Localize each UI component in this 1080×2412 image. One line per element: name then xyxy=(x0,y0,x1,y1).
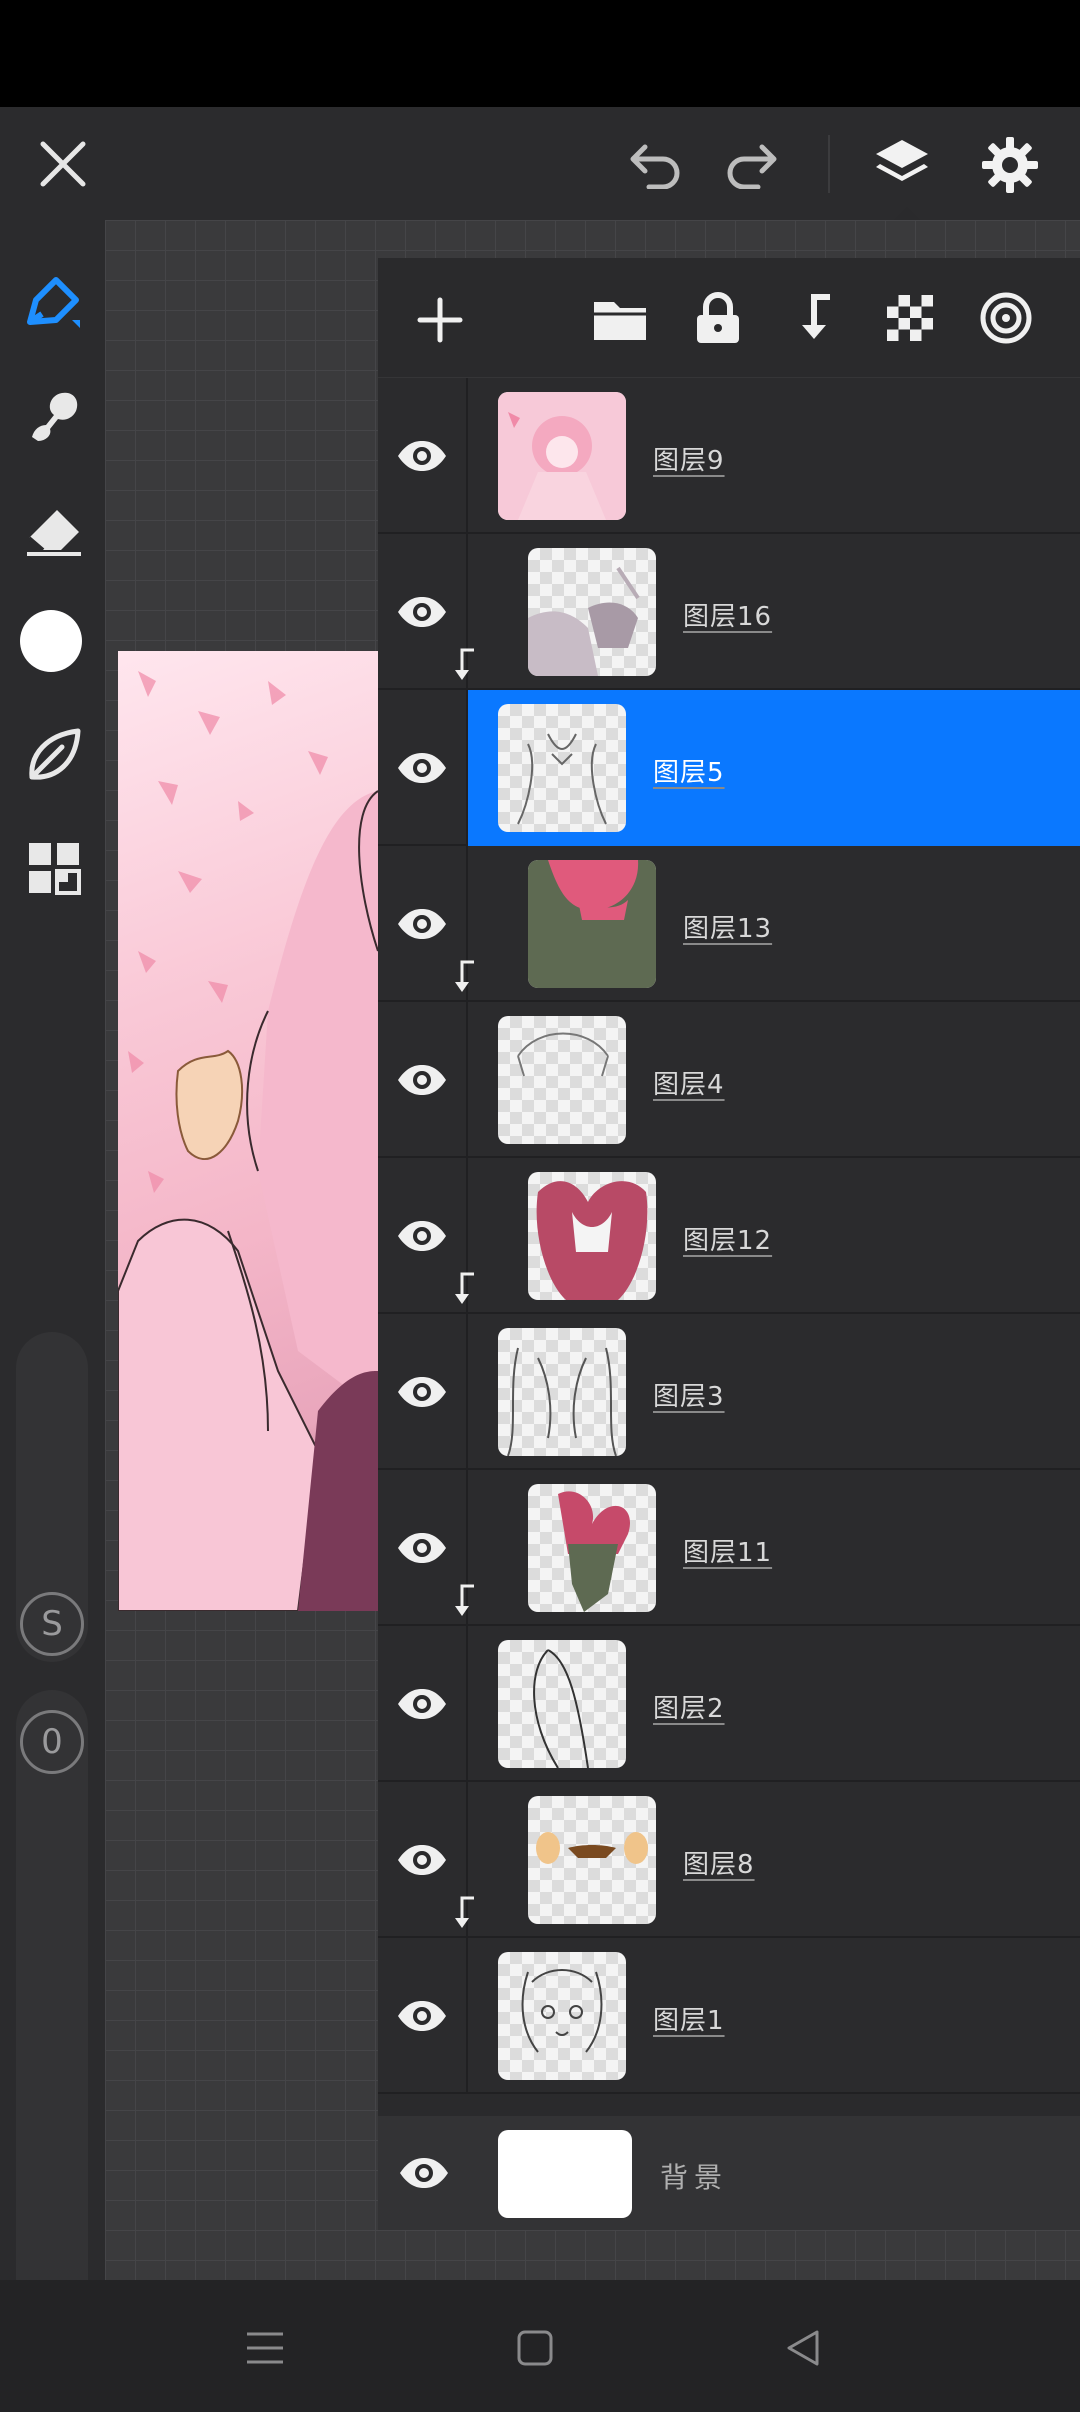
layer-content[interactable]: 图层12 xyxy=(455,1158,1080,1314)
layer-name: 图层5 xyxy=(653,758,725,788)
visibility-eye-icon[interactable] xyxy=(392,2141,456,2205)
grid-icon[interactable] xyxy=(14,828,94,908)
clipping-mask-icon xyxy=(450,646,480,690)
layer-row[interactable]: 图层1 xyxy=(378,1938,1080,2094)
visibility-eye-icon[interactable] xyxy=(378,690,468,846)
layer-name: 图层3 xyxy=(653,1382,725,1412)
layer-name: 图层16 xyxy=(683,602,773,632)
layer-row-background[interactable]: 背景 xyxy=(378,2116,1080,2230)
home-icon[interactable] xyxy=(500,2318,570,2378)
alpha-lock-icon[interactable] xyxy=(878,286,942,350)
clipping-mask-icon xyxy=(450,1270,480,1314)
status-bar xyxy=(0,0,1080,107)
color-swatch[interactable] xyxy=(20,610,82,672)
layer-thumbnail xyxy=(498,1016,626,1144)
visibility-eye-icon[interactable] xyxy=(378,1314,468,1470)
top-toolbar xyxy=(0,107,1080,221)
background-thumbnail xyxy=(498,2130,632,2218)
layer-content[interactable]: 图层2 xyxy=(468,1626,1080,1782)
app-root: { "header": { "close_icon": "close-icon"… xyxy=(0,0,1080,2412)
layer-content[interactable]: 图层9 xyxy=(468,378,1080,534)
layer-content[interactable]: 图层8 xyxy=(455,1782,1080,1938)
opacity-slider-label: 0 xyxy=(20,1710,84,1774)
opacity-slider[interactable]: 0 xyxy=(16,1690,88,2360)
layer-row[interactable]: 图层3 xyxy=(378,1314,1080,1470)
layer-thumbnail xyxy=(528,1172,656,1300)
layer-row[interactable]: 图层13 xyxy=(378,846,1080,1002)
layer-content[interactable]: 图层3 xyxy=(468,1314,1080,1470)
toolbar-divider xyxy=(828,135,830,193)
folder-icon[interactable] xyxy=(588,288,652,352)
layer-name: 图层12 xyxy=(683,1226,773,1256)
layers-panel: 图层9 图层16 图层5 图层13 图层4 图层12 图层3 图层11 图层2 图层8 图层1 背景 xyxy=(378,258,1080,2230)
layer-content[interactable]: 图层11 xyxy=(455,1470,1080,1626)
layer-content[interactable]: 图层13 xyxy=(455,846,1080,1002)
visibility-eye-icon[interactable] xyxy=(378,378,468,534)
layer-thumbnail xyxy=(528,1796,656,1924)
layer-name: 图层2 xyxy=(653,1694,725,1724)
layer-name: 图层11 xyxy=(683,1538,773,1568)
background-layer-name: 背景 xyxy=(660,2161,729,2194)
layer-content[interactable]: 图层4 xyxy=(468,1002,1080,1158)
layer-row[interactable]: 图层9 xyxy=(378,378,1080,534)
layer-name: 图层8 xyxy=(683,1850,755,1880)
close-icon[interactable] xyxy=(28,129,98,199)
add-layer-icon[interactable] xyxy=(408,288,472,352)
visibility-eye-icon[interactable] xyxy=(378,1938,468,2094)
layer-row[interactable]: 图层12 xyxy=(378,1158,1080,1314)
reference-icon[interactable] xyxy=(974,286,1038,350)
gear-icon[interactable] xyxy=(972,127,1048,203)
layers-icon[interactable] xyxy=(865,127,939,201)
layers-toolbar xyxy=(378,258,1080,378)
layer-thumbnail xyxy=(498,1640,626,1768)
layer-row[interactable]: 图层16 xyxy=(378,534,1080,690)
layer-thumbnail xyxy=(498,1952,626,2080)
layer-row[interactable]: 图层11 xyxy=(378,1470,1080,1626)
leaf-icon[interactable] xyxy=(14,715,94,795)
layer-name: 图层13 xyxy=(683,914,773,944)
layer-row[interactable]: 图层2 xyxy=(378,1626,1080,1782)
layer-row[interactable]: 图层5 xyxy=(378,690,1080,846)
layer-name: 图层1 xyxy=(653,2006,725,2036)
layer-name: 图层9 xyxy=(653,446,725,476)
system-nav-bar xyxy=(0,2280,1080,2412)
layer-thumbnail xyxy=(498,392,626,520)
size-slider-label: S xyxy=(20,1592,84,1656)
eraser-icon[interactable] xyxy=(14,488,94,568)
clipping-mask-icon xyxy=(450,1894,480,1938)
layer-thumbnail xyxy=(498,1328,626,1456)
smudge-icon[interactable] xyxy=(14,375,94,455)
menu-icon[interactable] xyxy=(230,2318,300,2378)
layer-row[interactable]: 图层4 xyxy=(378,1002,1080,1158)
clip-icon[interactable] xyxy=(782,286,846,350)
layer-content[interactable]: 图层16 xyxy=(455,534,1080,690)
undo-icon[interactable] xyxy=(618,129,692,199)
visibility-eye-icon[interactable] xyxy=(378,1626,468,1782)
artwork-preview xyxy=(118,651,378,1611)
redo-icon[interactable] xyxy=(715,129,789,199)
visibility-eye-icon[interactable] xyxy=(378,1002,468,1158)
layer-thumbnail xyxy=(498,704,626,832)
layer-content[interactable]: 图层5 xyxy=(468,690,1080,846)
layer-thumbnail xyxy=(528,548,656,676)
lock-icon[interactable] xyxy=(686,286,750,350)
layer-thumbnail xyxy=(528,1484,656,1612)
layer-name: 图层4 xyxy=(653,1070,725,1100)
layer-thumbnail xyxy=(528,860,656,988)
back-icon[interactable] xyxy=(768,2318,838,2378)
brush-icon[interactable] xyxy=(14,262,94,342)
clipping-mask-icon xyxy=(450,1582,480,1626)
brush-size-slider[interactable]: S xyxy=(16,1332,88,1662)
layer-content[interactable]: 图层1 xyxy=(468,1938,1080,2094)
layer-row[interactable]: 图层8 xyxy=(378,1782,1080,1938)
panel-pointer xyxy=(893,207,921,221)
clipping-mask-icon xyxy=(450,958,480,1002)
tool-sidebar: S 0 xyxy=(0,220,105,2360)
